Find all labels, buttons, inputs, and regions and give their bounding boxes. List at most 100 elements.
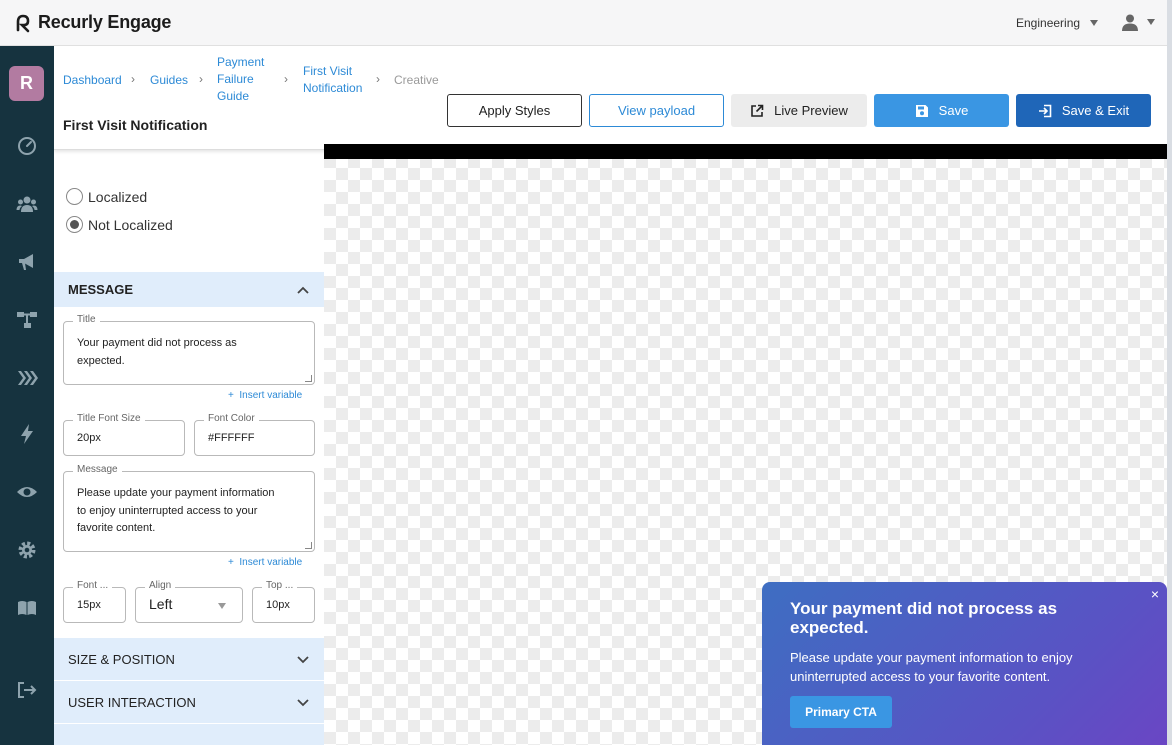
eye-icon[interactable] [15, 480, 39, 504]
font-size-value: 15px [77, 599, 101, 611]
workspace-selector[interactable]: Engineering [1016, 16, 1099, 30]
title-font-size-value: 20px [77, 432, 101, 444]
resize-handle[interactable] [305, 542, 312, 549]
resize-handle[interactable] [305, 375, 312, 382]
breadcrumb-text: Notification [303, 81, 363, 95]
users-icon[interactable] [15, 192, 39, 216]
save-and-exit-button[interactable]: Save & Exit [1016, 94, 1151, 127]
message-font-size-field[interactable]: Font ... 15px [63, 580, 126, 623]
radio-button [66, 188, 83, 205]
window-scrollbar[interactable] [1167, 0, 1172, 745]
floppy-disk-icon [915, 104, 928, 117]
breadcrumb-guides[interactable]: Guides [150, 72, 188, 89]
message-textarea[interactable]: Message Please update your payment infor… [63, 464, 315, 552]
view-payload-button[interactable]: View payload [589, 94, 724, 127]
notification-message: Please update your payment information t… [790, 648, 1139, 686]
chevron-down-icon [218, 603, 226, 609]
breadcrumb-separator: › [376, 72, 380, 86]
breadcrumb-dashboard[interactable]: Dashboard [63, 72, 122, 89]
account-avatar[interactable]: R [9, 66, 44, 101]
live-preview-label: Live Preview [774, 103, 848, 118]
localized-radio[interactable]: Localized [66, 188, 147, 205]
user-icon [1122, 14, 1138, 31]
section-title: MESSAGE [68, 282, 134, 297]
flow-icon[interactable] [15, 308, 39, 332]
text-line: expected. [790, 617, 869, 637]
breadcrumb-current: Creative [394, 73, 439, 87]
settings-panel: Localized Not Localized MESSAGE Title Yo… [54, 144, 324, 745]
apply-styles-button[interactable]: Apply Styles [447, 94, 582, 127]
message-section-header[interactable]: MESSAGE [54, 272, 324, 307]
align-value: Left [149, 596, 173, 612]
font-color-field[interactable]: Font Color #FFFFFF [194, 413, 315, 456]
dashboard-icon[interactable] [15, 134, 39, 158]
breadcrumb-separator: › [199, 72, 203, 86]
megaphone-icon[interactable] [15, 250, 39, 274]
apply-styles-label: Apply Styles [478, 103, 551, 118]
text-line: favorite content. [77, 522, 156, 534]
bolt-icon[interactable] [15, 422, 39, 446]
text-line: Please update your payment information t… [790, 650, 1073, 665]
title-textarea[interactable]: Title Your payment did not process as ex… [63, 314, 315, 385]
text-line: Your payment did not process as [790, 599, 1058, 618]
user-menu[interactable] [1121, 13, 1155, 31]
chevron-up-icon [297, 286, 309, 294]
breadcrumb-separator: › [284, 72, 288, 86]
breadcrumb-payment-failure-guide[interactable]: Payment Failure Guide [217, 54, 264, 105]
field-label: Top ... [262, 580, 298, 591]
text-line: Your payment did not process as [77, 337, 237, 349]
workspace-name: Engineering [1016, 16, 1081, 30]
live-preview-button[interactable]: Live Preview [731, 94, 867, 127]
align-select[interactable]: Align Left [135, 580, 243, 623]
text-line: to enjoy uninterrupted access to your [77, 504, 258, 517]
book-icon[interactable] [15, 596, 39, 620]
field-label: Title Font Size [73, 413, 145, 424]
insert-variable-label: Insert variable [239, 557, 303, 568]
primary-cta-button[interactable]: Primary CTA [790, 696, 892, 728]
layers-icon[interactable] [15, 366, 39, 390]
plus-icon: + [228, 390, 240, 401]
field-label: Align [145, 580, 176, 591]
title-value: Your payment did not process as expected… [77, 335, 237, 370]
save-button[interactable]: Save [874, 94, 1009, 127]
notification-preview: × Your payment did not process as expect… [762, 582, 1167, 745]
canvas-top-bar [324, 144, 1167, 159]
not-localized-radio[interactable]: Not Localized [66, 216, 173, 233]
page-title: First Visit Notification [63, 117, 208, 133]
title-font-size-field[interactable]: Title Font Size 20px [63, 413, 185, 456]
logout-icon[interactable] [15, 678, 39, 702]
size-position-section-header[interactable]: SIZE & POSITION [54, 638, 324, 680]
close-icon[interactable]: × [1151, 586, 1159, 602]
top-padding-value: 10px [266, 599, 290, 611]
save-label: Save [938, 103, 969, 118]
chevron-down-icon [1147, 19, 1155, 25]
app-logo[interactable]: Recurly Engage [14, 12, 171, 33]
app-name: Recurly Engage [38, 12, 172, 32]
notification-title: Your payment did not process as expected… [790, 599, 1139, 637]
top-padding-field[interactable]: Top ... 10px [252, 580, 315, 623]
radio-button-selected [66, 216, 83, 233]
field-label: Message [73, 464, 122, 475]
save-and-exit-label: Save & Exit [1061, 103, 1130, 118]
plus-icon: + [228, 557, 240, 568]
gear-icon[interactable] [15, 538, 39, 562]
breadcrumb-text: Payment [217, 55, 265, 69]
external-link-icon [751, 104, 764, 117]
breadcrumb-first-visit-notification[interactable]: First Visit Notification [303, 63, 362, 97]
insert-variable-label: Insert variable [239, 390, 303, 401]
user-interaction-section-header[interactable]: USER INTERACTION [54, 681, 324, 723]
left-nav: R [0, 46, 54, 745]
breadcrumb-text: Guide [217, 89, 250, 103]
text-line: uninterrupted access to your favorite co… [790, 669, 1051, 684]
chevron-down-icon [1090, 20, 1099, 26]
insert-variable-link[interactable]: + Insert variable [228, 390, 302, 401]
text-line: Please update your payment information [77, 487, 275, 499]
field-label: Font ... [73, 580, 113, 591]
text-line: expected. [77, 354, 125, 367]
insert-variable-link[interactable]: + Insert variable [228, 557, 302, 568]
editor-header: Dashboard › Guides › Payment Failure Gui… [54, 46, 1167, 144]
breadcrumb-text: First Visit [303, 64, 353, 78]
more-section-header[interactable] [54, 724, 324, 745]
recurly-logo-icon [16, 14, 30, 32]
top-bar: Recurly Engage Engineering [0, 0, 1167, 46]
